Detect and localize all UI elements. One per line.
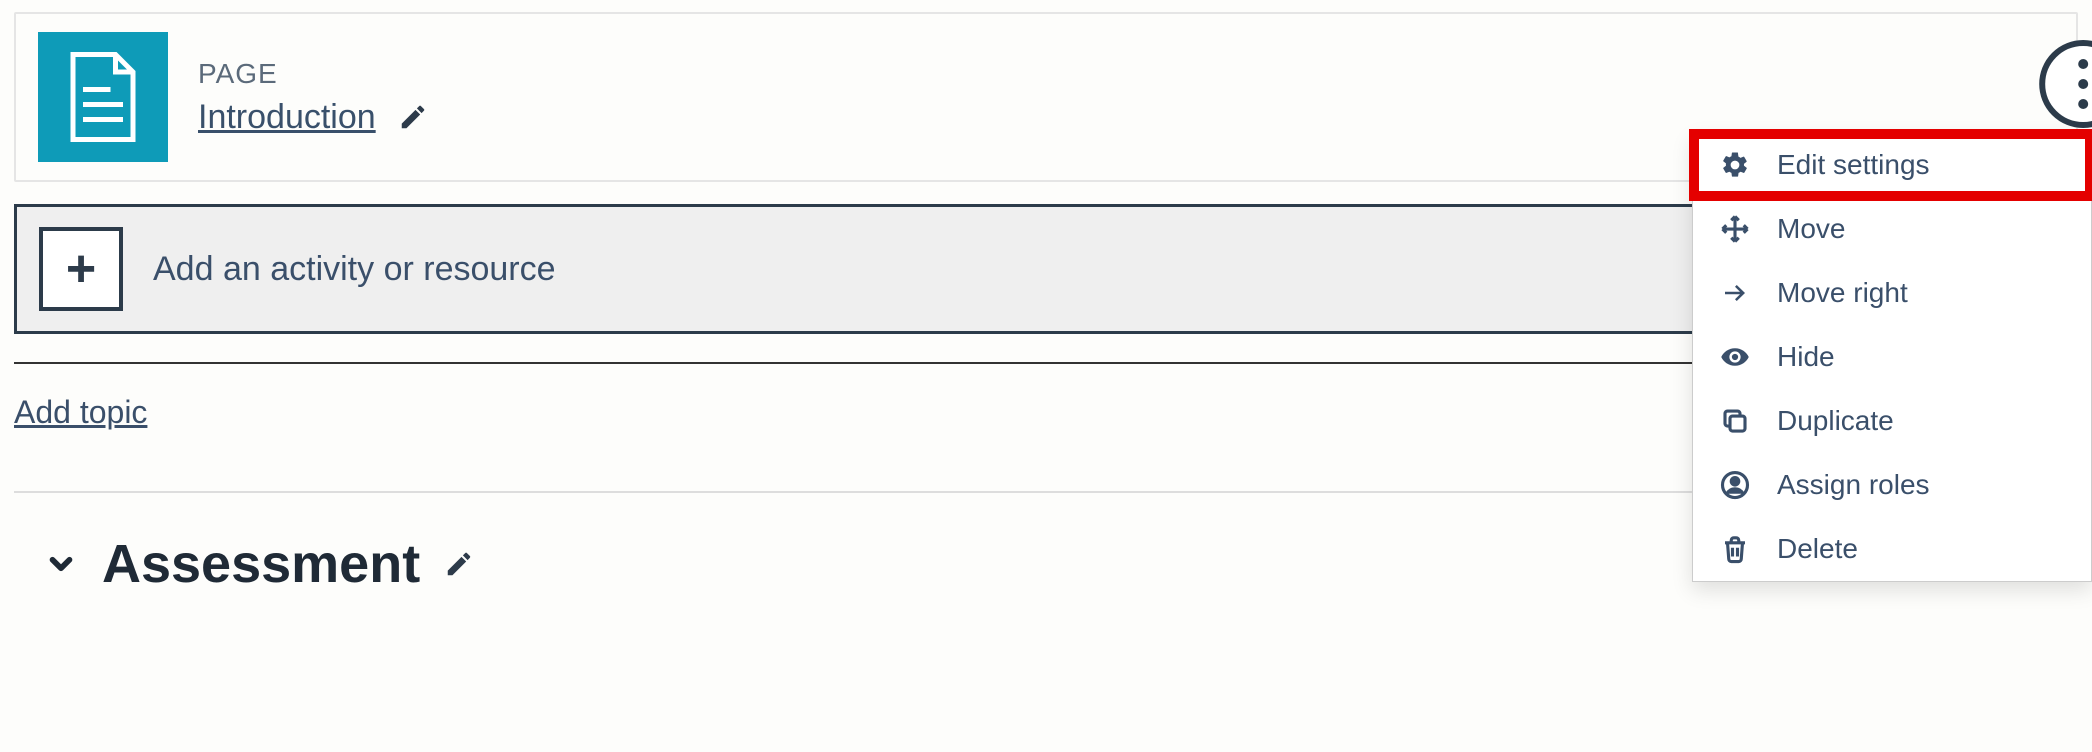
kebab-icon <box>2078 59 2088 109</box>
move-icon <box>1717 214 1753 244</box>
menu-item-hide[interactable]: Hide <box>1693 325 2091 389</box>
eye-icon <box>1717 342 1753 372</box>
add-topic-link[interactable]: Add topic <box>14 394 147 431</box>
add-activity-label: Add an activity or resource <box>153 250 556 289</box>
duplicate-icon <box>1717 406 1753 436</box>
arrow-right-icon <box>1717 278 1753 308</box>
menu-item-label: Hide <box>1777 341 1835 373</box>
trash-icon <box>1717 534 1753 564</box>
menu-item-duplicate[interactable]: Duplicate <box>1693 389 2091 453</box>
menu-item-label: Edit settings <box>1777 149 1930 181</box>
menu-item-label: Move right <box>1777 277 1908 309</box>
activity-type-label: PAGE <box>198 58 428 90</box>
actions-menu: Edit settings Move Move right Hide Duplicate… <box>1692 132 2092 582</box>
menu-item-label: Delete <box>1777 533 1858 565</box>
user-icon <box>1717 470 1753 500</box>
gear-icon <box>1717 150 1753 180</box>
menu-item-move-right[interactable]: Move right <box>1693 261 2091 325</box>
menu-item-label: Assign roles <box>1777 469 1930 501</box>
page-activity-icon <box>38 32 168 162</box>
activity-title-link[interactable]: Introduction <box>198 98 376 137</box>
menu-item-label: Duplicate <box>1777 405 1894 437</box>
menu-item-edit-settings[interactable]: Edit settings <box>1693 133 2091 197</box>
menu-item-assign-roles[interactable]: Assign roles <box>1693 453 2091 517</box>
menu-item-move[interactable]: Move <box>1693 197 2091 261</box>
pencil-icon[interactable] <box>398 102 428 132</box>
section-title: Assessment <box>102 533 420 595</box>
plus-icon: + <box>39 227 123 311</box>
menu-item-label: Move <box>1777 213 1845 245</box>
pencil-icon[interactable] <box>444 549 474 579</box>
chevron-down-icon <box>44 547 78 581</box>
menu-item-delete[interactable]: Delete <box>1693 517 2091 581</box>
